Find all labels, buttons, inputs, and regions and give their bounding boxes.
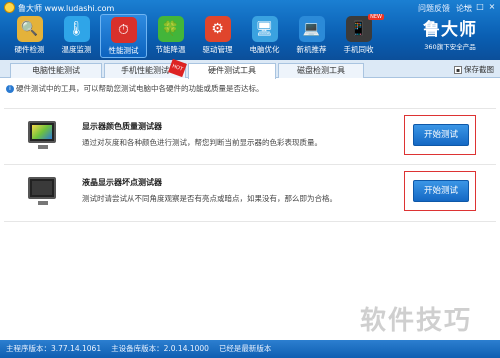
app-logo-icon — [4, 2, 15, 13]
tab-label: 硬件测试工具 — [208, 66, 256, 75]
info-bar: i 硬件测试中的工具，可以帮助您测试电脑中各硬件的功能或质量是否达标。 — [4, 82, 496, 96]
driver-icon: ⚙ — [204, 16, 231, 42]
tab-label: 电脑性能测试 — [32, 66, 80, 75]
brand-logo: 鲁大师 360旗下安全产品 — [410, 15, 490, 55]
tool-description: 通过对灰度和各种颜色进行测试，帮您判断当前显示器的色彩表现质量。 — [82, 138, 322, 147]
magnifier-chip-icon: 🔍 — [16, 16, 43, 42]
feedback-link[interactable]: 问题反馈 — [418, 3, 450, 14]
thermometer-icon: 🌡 — [63, 16, 90, 42]
maximize-button[interactable]: □ — [475, 2, 485, 12]
toolbar-item-label: 手机同收 — [343, 45, 374, 54]
title-bar: 鲁大师 www.ludashi.com 问题反馈 论坛 — □ × 🔍 硬件检测 🌡… — [0, 0, 500, 60]
main-version: 主程序版本：3.77.14.1061 — [6, 344, 102, 353]
save-screenshot-button[interactable]: ▪ 保存截图 — [454, 64, 494, 75]
toolbar-item[interactable]: 🔍 硬件检测 — [6, 14, 53, 58]
toolbar-item-label: 新机推荐 — [296, 45, 327, 54]
gauge-icon: ⏱ — [110, 17, 137, 43]
tab-label: 手机性能测试 — [121, 66, 169, 75]
toolbar-item-label: 驱动管理 — [202, 45, 233, 54]
toolbar-item-label: 硬件检测 — [14, 45, 45, 54]
tab-pc-performance[interactable]: 电脑性能测试 — [10, 63, 102, 78]
tab-disk-tools[interactable]: 磁盘检测工具 — [278, 63, 364, 78]
lcd-monitor-icon — [28, 177, 56, 205]
start-test-button[interactable]: 开始测试 — [413, 124, 469, 146]
brand-name: 鲁大师 — [423, 20, 477, 40]
window-controls: — □ × — [463, 2, 497, 12]
toolbar-item[interactable]: 🍀 节能降温 — [147, 14, 194, 58]
tab-phone-performance[interactable]: 手机性能测试 HOT — [104, 58, 187, 78]
tool-description: 测试时请尝试从不同角度观察是否有亮点或暗点，如果没有，那么即为合格。 — [82, 194, 337, 203]
toolbar-item-label: 节能降温 — [155, 45, 186, 54]
tool-card-lcd: 液晶显示器坏点测试器 测试时请尝试从不同角度观察是否有亮点或暗点，如果没有，那么… — [4, 164, 496, 222]
update-status: 已经是最新版本 — [218, 344, 272, 353]
info-text: 硬件测试中的工具，可以帮助您测试电脑中各硬件的功能或质量是否达标。 — [16, 84, 264, 93]
color-monitor-icon — [28, 121, 56, 149]
toolbar-item[interactable]: ⏱ 性能测试 — [100, 14, 147, 58]
highlight-box: 开始测试 — [404, 115, 476, 155]
status-bar: 主程序版本：3.77.14.1061 主设备库版本：2.0.14.1000 已经… — [0, 340, 500, 358]
tab-label: 磁盘检测工具 — [297, 66, 345, 75]
minimize-button[interactable]: — — [463, 2, 473, 12]
main-toolbar: 🔍 硬件检测 🌡 温度监测 ⏱ 性能测试 🍀 节能降温 ⚙ 驱动管理 🖥 电脑优化 💻 新机推荐 📱 手机同收… — [6, 14, 384, 58]
save-screenshot-label: 保存截图 — [464, 65, 494, 74]
save-icon: ▪ — [454, 65, 462, 74]
leaf-icon: 🍀 — [157, 16, 184, 42]
toolbar-item[interactable]: 💻 新机推荐 — [288, 14, 335, 58]
toolbar-item-label: 温度监测 — [61, 45, 92, 54]
toolbar-item[interactable]: 🖥 电脑优化 — [241, 14, 288, 58]
toolbar-item[interactable]: 📱 手机同收 NEW — [335, 14, 384, 58]
tab-bar: 电脑性能测试 手机性能测试 HOT 硬件测试工具 磁盘检测工具 ▪ 保存截图 — [0, 58, 500, 79]
computer-recommend-icon: 💻 — [298, 16, 325, 42]
toolbar-item[interactable]: 🌡 温度监测 — [53, 14, 100, 58]
hot-badge: HOT — [168, 58, 187, 78]
new-badge: NEW — [368, 14, 384, 20]
device-db-version: 主设备库版本：2.0.14.1000 — [111, 344, 209, 353]
tab-hardware-tools[interactable]: 硬件测试工具 — [188, 63, 276, 79]
highlight-box: 开始测试 — [404, 171, 476, 211]
close-button[interactable]: × — [487, 2, 497, 12]
monitor-optimize-icon: 🖥 — [251, 16, 278, 42]
phone-icon: 📱 — [345, 16, 372, 42]
tool-card-color: 显示器颜色质量测试器 通过对灰度和各种颜色进行测试，帮您判断当前显示器的色彩表现… — [4, 108, 496, 166]
tool-name: 液晶显示器坏点测试器 — [82, 178, 162, 187]
tool-name: 显示器颜色质量测试器 — [82, 122, 162, 131]
toolbar-item[interactable]: ⚙ 驱动管理 — [194, 14, 241, 58]
window-title: 鲁大师 www.ludashi.com — [18, 4, 115, 13]
toolbar-item-label: 性能测试 — [108, 46, 139, 55]
info-icon: i — [6, 85, 14, 93]
watermark: 软件技巧 — [360, 306, 473, 336]
toolbar-item-label: 电脑优化 — [249, 45, 280, 54]
brand-subtitle: 360旗下安全产品 — [424, 43, 476, 51]
start-test-button[interactable]: 开始测试 — [413, 180, 469, 202]
